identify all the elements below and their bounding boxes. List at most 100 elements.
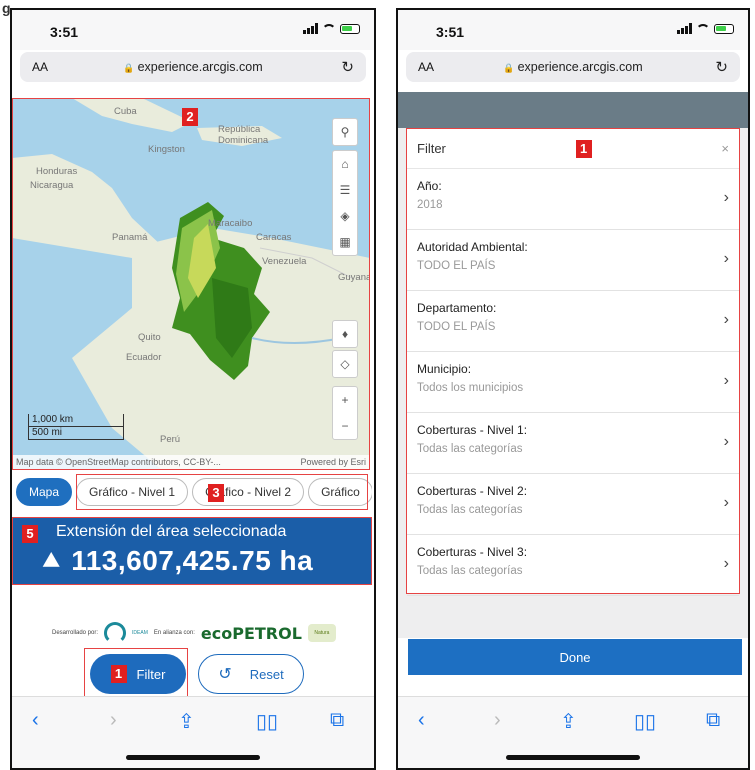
tabs-icon[interactable]: ⧉ bbox=[706, 709, 720, 732]
text-size-button[interactable]: AA bbox=[32, 60, 48, 74]
tab-grafico[interactable]: Gráfico bbox=[308, 478, 372, 506]
developed-by-text: Desarrollado por: bbox=[52, 630, 99, 636]
search-tool[interactable]: ⚲ bbox=[332, 118, 358, 146]
zoom-out-icon[interactable]: − bbox=[332, 413, 358, 439]
filter-row-departamento[interactable]: Departamento: TODO EL PAÍS › bbox=[407, 291, 739, 352]
reload-icon[interactable]: ↻ bbox=[715, 58, 728, 76]
wifi-icon bbox=[696, 23, 710, 34]
filter-row-coberturas-nivel-2[interactable]: Coberturas - Nivel 2: Todas las categorí… bbox=[407, 474, 739, 535]
ideam-logo bbox=[104, 622, 127, 644]
battery-icon bbox=[340, 23, 360, 34]
wifi-icon bbox=[322, 23, 336, 34]
forward-icon[interactable]: › bbox=[110, 709, 117, 732]
ecopetrol-logo: ecoPETROL bbox=[200, 623, 302, 643]
tab-bar: Mapa Gráfico - Nivel 1 Gráfico - Nivel 2… bbox=[16, 476, 372, 508]
map-label-cuba: Cuba bbox=[114, 106, 137, 117]
badge-filter-panel: 1 bbox=[575, 139, 592, 158]
filter-panel-header: Filter 1 × bbox=[407, 129, 739, 169]
home-indicator bbox=[126, 755, 260, 760]
basemap-gallery-icon[interactable]: ▦ bbox=[332, 229, 358, 255]
filter-row-coberturas-nivel-3[interactable]: Coberturas - Nivel 3: Todas las categorí… bbox=[407, 535, 739, 596]
chevron-right-icon: › bbox=[723, 372, 729, 389]
compass-icon[interactable]: ♦ bbox=[332, 321, 358, 347]
filter-panel: Filter 1 × Año: 2018 › Autoridad Ambient… bbox=[406, 128, 740, 596]
chevron-right-icon: › bbox=[723, 250, 729, 267]
map-label-kingston: Kingston bbox=[148, 144, 185, 155]
filter-panel-title: Filter bbox=[417, 141, 446, 156]
map-attribution[interactable]: Map data © OpenStreetMap contributors, C… bbox=[12, 455, 370, 470]
locate-icon[interactable]: ◇ bbox=[332, 351, 358, 377]
url-text: experience.arcgis.com bbox=[517, 60, 643, 74]
safari-toolbar: ‹ › ⇪ ▯▯ ⧉ bbox=[398, 696, 748, 768]
bookmarks-icon[interactable]: ▯▯ bbox=[634, 709, 656, 734]
chevron-right-icon: › bbox=[723, 433, 729, 450]
layers-icon[interactable]: ◈ bbox=[332, 203, 358, 229]
badge-map: 2 bbox=[182, 108, 198, 126]
back-icon[interactable]: ‹ bbox=[32, 709, 39, 732]
partner-logos: Desarrollado por: IDEAM En alianza con: … bbox=[52, 618, 342, 648]
status-time: 3:51 bbox=[436, 24, 465, 40]
lock-icon: 🔒 bbox=[503, 63, 515, 73]
map-label-guyana: Guyana bbox=[338, 272, 370, 283]
bookmarks-icon[interactable]: ▯▯ bbox=[256, 709, 278, 734]
lock-icon: 🔒 bbox=[123, 63, 135, 73]
layer-list-icon[interactable]: ☰ bbox=[332, 177, 358, 203]
scale-bar: 1,000 km 500 mi bbox=[28, 414, 124, 440]
map-view[interactable]: Cuba República Dominicana Kingston Hondu… bbox=[12, 98, 370, 470]
zoom-in-icon[interactable]: + bbox=[332, 387, 358, 413]
widget-toolbar: ⌂ ☰ ◈ ▦ bbox=[332, 150, 358, 256]
back-icon[interactable]: ‹ bbox=[418, 709, 425, 732]
search-icon[interactable]: ⚲ bbox=[332, 119, 358, 145]
address-bar[interactable]: AA 🔒 experience.arcgis.com ↻ bbox=[406, 52, 740, 82]
done-button[interactable]: Done bbox=[408, 639, 742, 675]
map-label-caracas: Caracas bbox=[256, 232, 292, 243]
home-indicator bbox=[506, 755, 640, 760]
signal-icon bbox=[303, 23, 318, 34]
chevron-right-icon: › bbox=[723, 311, 729, 328]
map-label-quito: Quito bbox=[138, 332, 161, 343]
ideam-logo-text: IDEAM bbox=[132, 630, 148, 636]
reset-button[interactable]: ↺ Reset bbox=[198, 654, 304, 694]
reset-label: Reset bbox=[249, 666, 284, 682]
map-label-nicaragua: Nicaragua bbox=[30, 180, 74, 191]
signal-icon bbox=[677, 23, 692, 34]
tab-mapa[interactable]: Mapa bbox=[16, 478, 73, 506]
status-bar: 3:51 bbox=[12, 10, 374, 50]
right-phone-screen: 3:51 AA 🔒 experience.arcgis.com ↻ Filter … bbox=[396, 8, 750, 770]
map-label-venezuela: Venezuela bbox=[262, 256, 307, 267]
tab-grafico-nivel-1[interactable]: Gráfico - Nivel 1 bbox=[76, 478, 189, 506]
chevron-right-icon: › bbox=[723, 555, 729, 572]
home-icon[interactable]: ⌂ bbox=[332, 151, 358, 177]
text-size-button[interactable]: AA bbox=[418, 60, 434, 74]
locate-tool[interactable]: ◇ bbox=[332, 350, 358, 378]
badge-tabs: 3 bbox=[208, 484, 224, 502]
reload-icon[interactable]: ↻ bbox=[341, 58, 354, 76]
close-icon[interactable]: × bbox=[721, 141, 729, 156]
filter-row-autoridad-ambiental[interactable]: Autoridad Ambiental: TODO EL PAÍS › bbox=[407, 230, 739, 291]
filter-row-coberturas-nivel-1[interactable]: Coberturas - Nivel 1: Todas las categorí… bbox=[407, 413, 739, 474]
map-label-honduras: Honduras bbox=[36, 166, 78, 177]
map-label-republica-dominicana: República Dominicana bbox=[218, 124, 269, 146]
status-time: 3:51 bbox=[50, 24, 79, 40]
address-bar[interactable]: AA 🔒 experience.arcgis.com ↻ bbox=[20, 52, 366, 82]
banner-title: Extensión del área seleccionada bbox=[56, 523, 287, 540]
badge-filter: 1 bbox=[110, 665, 127, 683]
filter-button[interactable]: 1 Filter bbox=[90, 654, 186, 694]
map-label-maracaibo: Maracaibo bbox=[208, 218, 253, 229]
map-label-panama: Panamá bbox=[112, 232, 148, 243]
status-bar: 3:51 bbox=[398, 10, 748, 50]
filter-row-ano[interactable]: Año: 2018 › bbox=[407, 169, 739, 230]
map-view-dimmed bbox=[398, 92, 748, 128]
zoom-tool: + − bbox=[332, 386, 358, 440]
filter-row-municipio[interactable]: Municipio: Todos los municipios › bbox=[407, 352, 739, 413]
url-text: experience.arcgis.com bbox=[137, 60, 263, 74]
left-phone-screen: 3:51 AA 🔒 experience.arcgis.com ↻ Cuba R… bbox=[10, 8, 376, 770]
reset-icon: ↺ bbox=[218, 666, 232, 683]
chevron-right-icon: › bbox=[723, 189, 729, 206]
compass-tool[interactable]: ♦ bbox=[332, 320, 358, 348]
map-label-ecuador: Ecuador bbox=[126, 352, 162, 363]
share-icon[interactable]: ⇪ bbox=[178, 709, 195, 734]
forward-icon[interactable]: › bbox=[494, 709, 501, 732]
tabs-icon[interactable]: ⧉ bbox=[330, 709, 344, 732]
share-icon[interactable]: ⇪ bbox=[560, 709, 577, 734]
